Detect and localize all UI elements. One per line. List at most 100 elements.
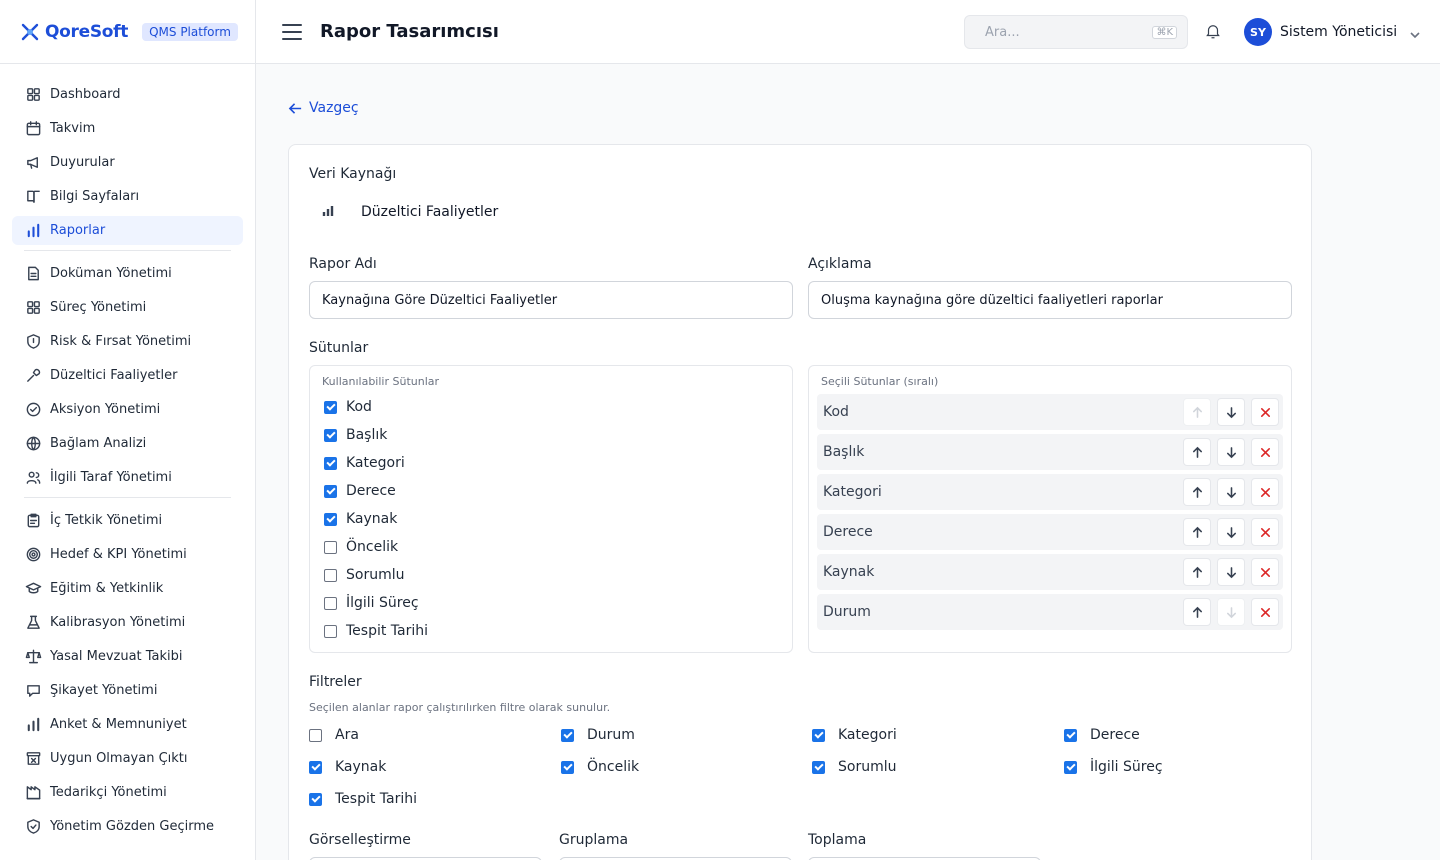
brand-logo[interactable]: QoreSoft: [19, 21, 128, 43]
arrow-left-icon: [288, 102, 302, 114]
remove-column-button[interactable]: [1251, 558, 1279, 586]
menu-toggle-icon[interactable]: [282, 23, 302, 40]
sidebar-item-label: Bağlam Analizi: [50, 436, 147, 451]
sidebar-item[interactable]: Tedarikçi Yönetimi: [12, 778, 243, 807]
columns-label: Sütunlar: [309, 340, 369, 356]
column-checkbox[interactable]: [324, 484, 337, 498]
available-column-item: Derece: [324, 483, 396, 499]
search-box[interactable]: ⌘K: [964, 15, 1188, 49]
sidebar-item[interactable]: Raporlar: [12, 216, 243, 245]
filter-checkbox[interactable]: [561, 760, 574, 774]
sidebar-item[interactable]: Bağlam Analizi: [12, 429, 243, 458]
sidebar-item[interactable]: Dashboard: [12, 80, 243, 109]
available-columns-panel: Kullanılabilir Sütunlar Kod Başlık Kategor…: [309, 365, 793, 653]
remove-column-button[interactable]: [1251, 398, 1279, 426]
remove-column-button[interactable]: [1251, 478, 1279, 506]
column-checkbox[interactable]: [324, 596, 337, 610]
move-up-button: [1183, 398, 1211, 426]
available-column-item: Kategori: [324, 455, 405, 471]
move-down-button[interactable]: [1217, 438, 1245, 466]
sidebar-item[interactable]: Yönetim Gözden Geçirme: [12, 812, 243, 841]
sidebar-item[interactable]: Risk & Fırsat Yönetimi: [12, 327, 243, 356]
move-up-button[interactable]: [1183, 478, 1211, 506]
column-checkbox[interactable]: [324, 456, 337, 470]
available-column-item: Başlık: [324, 427, 387, 443]
filter-checkbox[interactable]: [309, 760, 322, 774]
sidebar-item[interactable]: Düzeltici Faaliyetler: [12, 361, 243, 390]
sidebar-item[interactable]: Hedef & KPI Yönetimi: [12, 540, 243, 569]
back-link[interactable]: Vazgeç: [288, 100, 359, 116]
filter-checkbox[interactable]: [812, 728, 825, 742]
shield-icon: [24, 333, 42, 351]
move-down-button[interactable]: [1217, 398, 1245, 426]
available-column-item: Kaynak: [324, 511, 397, 527]
check-circle-icon: [24, 401, 42, 419]
user-menu[interactable]: SY Sistem Yöneticisi: [1244, 18, 1421, 46]
sidebar-item[interactable]: Süreç Yönetimi: [12, 293, 243, 322]
search-input[interactable]: [985, 24, 1153, 40]
sidebar-item[interactable]: Aksiyon Yönetimi: [12, 395, 243, 424]
shield-check-icon: [24, 818, 42, 836]
sidebar-item[interactable]: Duyurular: [12, 148, 243, 177]
column-label: Kaynak: [346, 511, 398, 527]
column-label: Kategori: [346, 455, 405, 471]
sidebar-item-label: Doküman Yönetimi: [50, 266, 172, 281]
sidebar-item[interactable]: İlgili Taraf Yönetimi: [12, 463, 243, 492]
bar-chart-icon: [321, 203, 339, 221]
move-up-button[interactable]: [1183, 438, 1211, 466]
remove-column-button[interactable]: [1251, 518, 1279, 546]
move-down-button[interactable]: [1217, 478, 1245, 506]
sidebar-item[interactable]: Eğitim & Yetkinlik: [12, 574, 243, 603]
sidebar-item[interactable]: Uygun Olmayan Çıktı: [12, 744, 243, 773]
selected-column-label: Derece: [823, 524, 873, 540]
sidebar-item[interactable]: Anket & Memnuniyet: [12, 710, 243, 739]
sidebar-item-label: Şikayet Yönetimi: [50, 683, 158, 698]
sidebar-item[interactable]: Kalibrasyon Yönetimi: [12, 608, 243, 637]
move-up-button[interactable]: [1183, 598, 1211, 626]
sidebar-item-label: İç Tetkik Yönetimi: [50, 513, 163, 528]
column-checkbox[interactable]: [324, 512, 337, 526]
selected-column-row: Derece: [817, 514, 1283, 550]
filter-checkbox[interactable]: [1064, 760, 1077, 774]
filter-checkbox[interactable]: [561, 728, 574, 742]
report-name-input[interactable]: [309, 281, 793, 319]
remove-column-button[interactable]: [1251, 438, 1279, 466]
sidebar-item[interactable]: Takvim: [12, 114, 243, 143]
selected-column-row: Kategori: [817, 474, 1283, 510]
move-down-button[interactable]: [1217, 558, 1245, 586]
filter-label: Durum: [587, 727, 635, 743]
column-checkbox[interactable]: [324, 400, 337, 414]
bell-icon[interactable]: [1204, 22, 1224, 42]
selected-column-row: Durum: [817, 594, 1283, 630]
column-checkbox[interactable]: [324, 428, 337, 442]
remove-column-button[interactable]: [1251, 598, 1279, 626]
data-source: Düzeltici Faaliyetler: [321, 203, 498, 221]
column-checkbox[interactable]: [324, 624, 337, 638]
move-down-button[interactable]: [1217, 518, 1245, 546]
sidebar-item[interactable]: Doküman Yönetimi: [12, 259, 243, 288]
column-label: Kod: [346, 399, 372, 415]
selected-column-label: Kategori: [823, 484, 882, 500]
description-input[interactable]: [808, 281, 1292, 319]
sidebar-item[interactable]: Şikayet Yönetimi: [12, 676, 243, 705]
chevron-down-icon: [1409, 26, 1421, 39]
filter-checkbox[interactable]: [812, 760, 825, 774]
filter-item: Ara: [309, 727, 359, 743]
column-checkbox[interactable]: [324, 540, 337, 554]
move-up-button[interactable]: [1183, 558, 1211, 586]
column-checkbox[interactable]: [324, 568, 337, 582]
sidebar-item[interactable]: Yasal Mevzuat Takibi: [12, 642, 243, 671]
column-label: Öncelik: [346, 539, 399, 555]
sidebar-item-label: Risk & Fırsat Yönetimi: [50, 334, 192, 349]
move-up-button[interactable]: [1183, 518, 1211, 546]
qoresoft-logo-icon: [21, 23, 39, 40]
filter-checkbox[interactable]: [309, 728, 322, 742]
sidebar-item[interactable]: Bilgi Sayfaları: [12, 182, 243, 211]
filter-checkbox[interactable]: [309, 792, 322, 806]
sidebar-item-label: Anket & Memnuniyet: [50, 717, 187, 732]
sidebar-item[interactable]: İç Tetkik Yönetimi: [12, 506, 243, 535]
filter-checkbox[interactable]: [1064, 728, 1077, 742]
wrench-icon: [24, 367, 42, 385]
sidebar-divider: [24, 497, 231, 498]
filter-item: Kaynak: [309, 759, 386, 775]
